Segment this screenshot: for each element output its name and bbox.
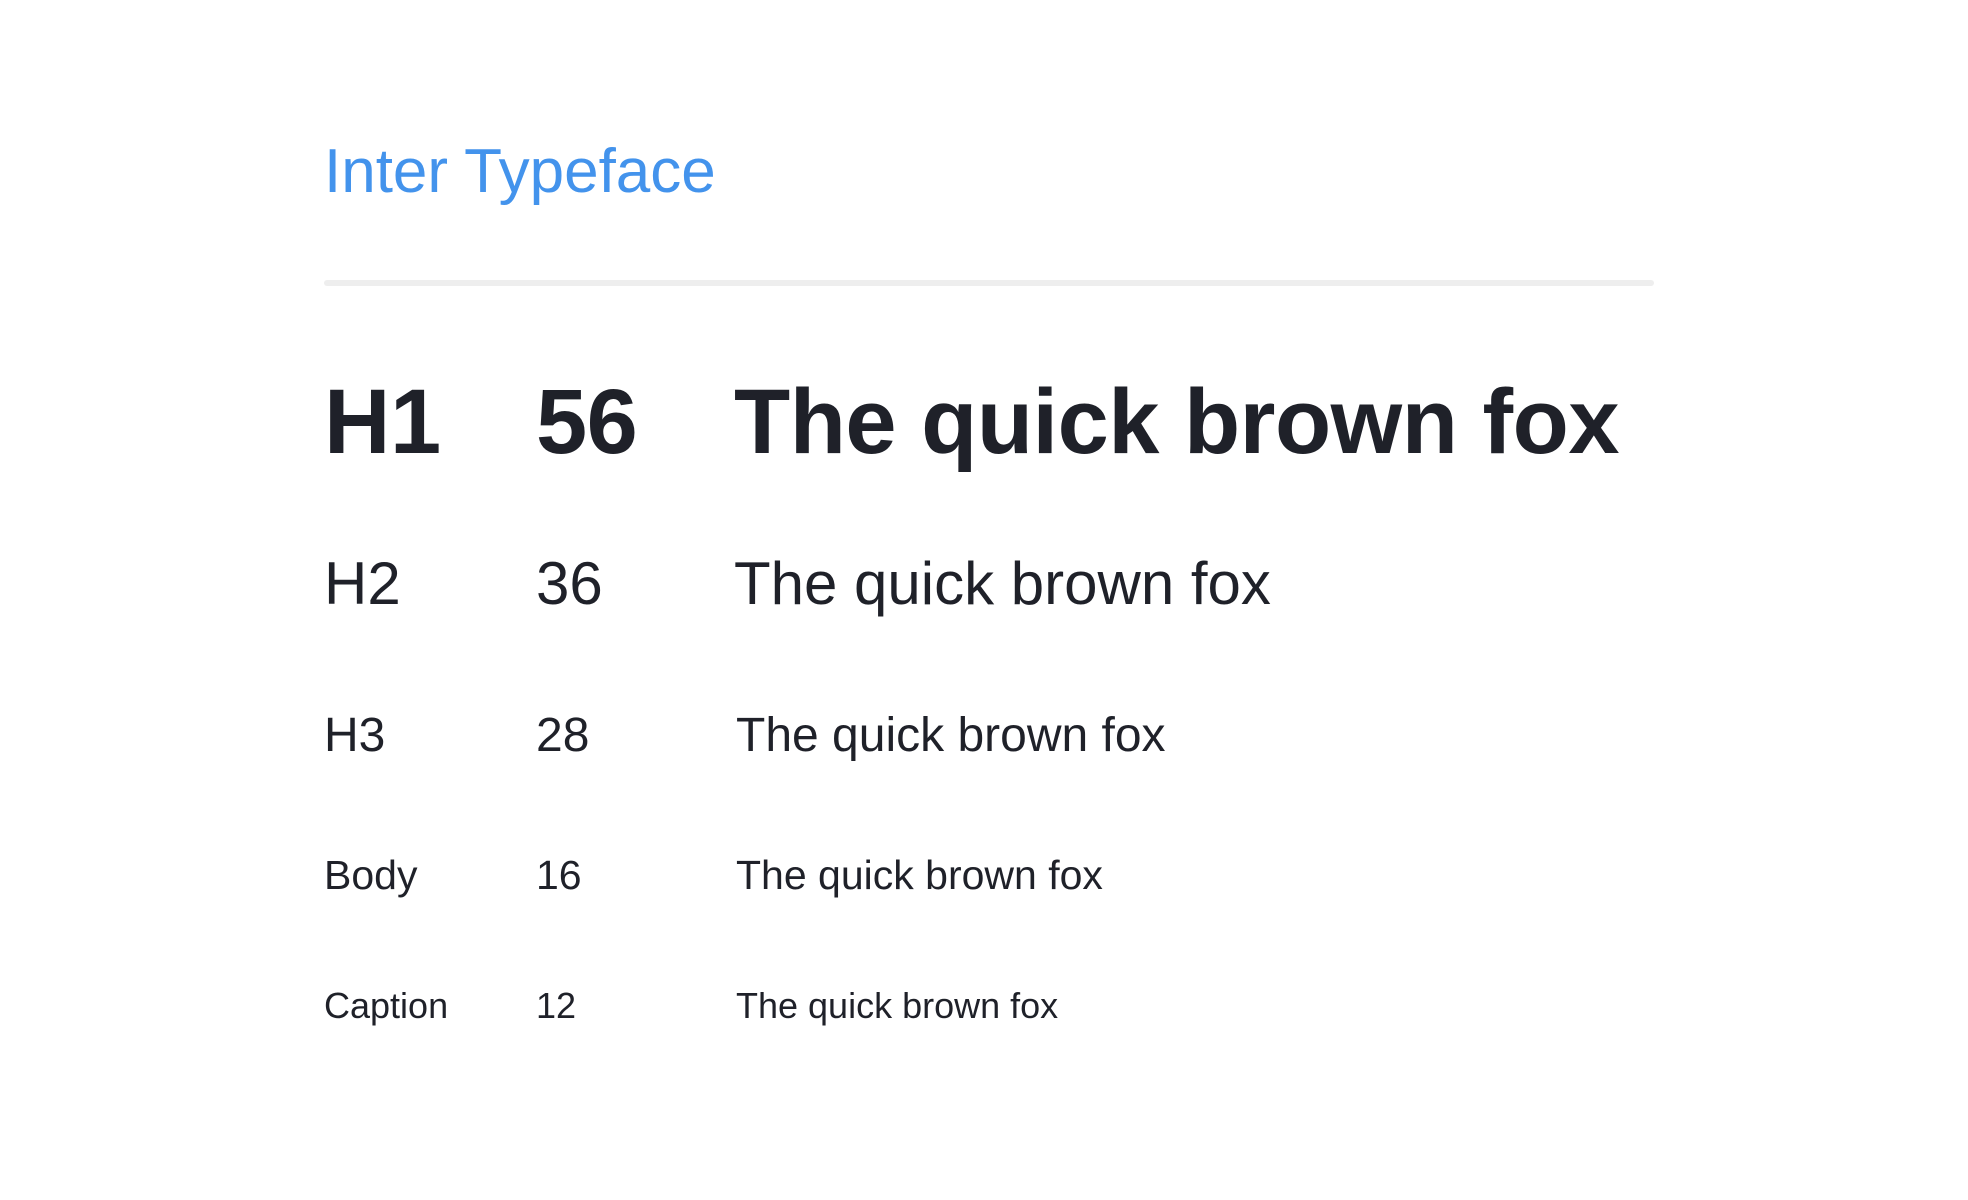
type-sample-text: The quick brown fox bbox=[734, 371, 1619, 473]
type-size-value: 28 bbox=[536, 709, 590, 762]
type-size-value: 36 bbox=[536, 550, 603, 617]
type-sample-text: The quick brown fox bbox=[734, 550, 1271, 617]
type-sample-text: The quick brown fox bbox=[736, 852, 1103, 898]
type-style-label: H2 bbox=[324, 550, 401, 617]
type-sample-text: The quick brown fox bbox=[736, 985, 1059, 1026]
type-size-value: 56 bbox=[536, 371, 638, 473]
page-title: Inter Typeface bbox=[324, 137, 716, 206]
type-style-label: Caption bbox=[324, 985, 449, 1026]
type-style-label: H3 bbox=[324, 709, 386, 762]
type-size-value: 12 bbox=[536, 985, 577, 1026]
type-size-value: 16 bbox=[536, 852, 582, 898]
type-style-label: Body bbox=[324, 852, 418, 898]
title-divider bbox=[324, 280, 1654, 286]
type-sample-text: The quick brown fox bbox=[736, 709, 1166, 762]
type-style-label: H1 bbox=[324, 371, 441, 473]
